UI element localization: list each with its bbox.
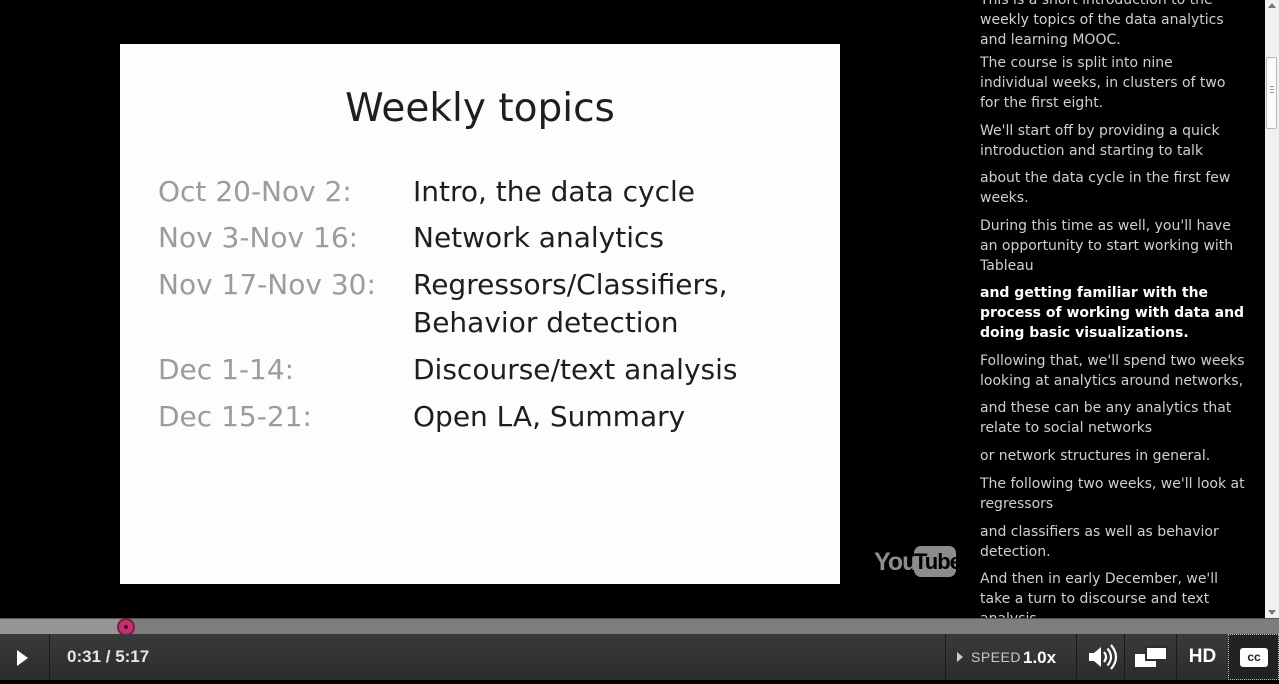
- slide-title: Weekly topics: [345, 86, 615, 131]
- fullscreen-button[interactable]: [1124, 634, 1176, 680]
- topic-date: Nov 17-Nov 30:: [158, 268, 376, 301]
- transcript-line[interactable]: or network structures in general.: [980, 446, 1245, 466]
- progress-bar[interactable]: [0, 618, 1279, 636]
- speed-label: SPEED: [971, 649, 1021, 665]
- closed-captions-button[interactable]: cc: [1228, 634, 1279, 680]
- play-icon: [17, 650, 28, 666]
- transcript-line[interactable]: And then in early December, we'll take a…: [980, 569, 1245, 618]
- hd-label: HD: [1188, 646, 1217, 667]
- volume-button[interactable]: [1076, 634, 1124, 680]
- video-player[interactable]: Weekly topics Oct 20-Nov 2: Intro, the d…: [0, 0, 965, 618]
- topic-name: Intro, the data cycle: [413, 175, 695, 208]
- transcript-line[interactable]: The course is split into nine individual…: [980, 53, 1245, 113]
- scroll-up-arrow-icon[interactable]: [1265, 0, 1279, 12]
- transcript-line[interactable]: about the data cycle in the first few we…: [980, 168, 1245, 208]
- transcript-line[interactable]: and these can be any analytics that rela…: [980, 398, 1245, 438]
- topic-name: Network analytics: [413, 221, 664, 254]
- speed-button[interactable]: SPEED 1.0x: [945, 634, 1076, 680]
- video-slide: Weekly topics Oct 20-Nov 2: Intro, the d…: [120, 44, 840, 584]
- topic-date: Oct 20-Nov 2:: [158, 175, 352, 208]
- youtube-logo-you: You: [874, 548, 917, 576]
- topic-date: Dec 15-21:: [158, 400, 312, 433]
- control-bar: 0:31 / 5:17 SPEED 1.0x HD cc: [0, 634, 1279, 680]
- topic-date: Dec 1-14:: [158, 353, 295, 386]
- hd-button[interactable]: HD: [1176, 634, 1228, 680]
- youtube-logo-tube: Tube: [914, 546, 962, 577]
- topic-name: Regressors/Classifiers,: [413, 268, 728, 301]
- scroll-down-arrow-icon[interactable]: [1265, 606, 1279, 618]
- progress-played: [0, 619, 126, 634]
- transcript-line[interactable]: and classifiers as well as behavior dete…: [980, 522, 1245, 562]
- topic-date: Nov 3-Nov 16:: [158, 221, 359, 254]
- transcript-line[interactable]: Following that, we'll spend two weeks lo…: [980, 351, 1245, 391]
- fullscreen-icon: [1135, 646, 1168, 667]
- play-button[interactable]: [0, 634, 50, 680]
- transcript-line[interactable]: We'll start off by providing a quick int…: [980, 121, 1245, 161]
- transcript-panel[interactable]: This is a short introduction to the week…: [965, 0, 1265, 618]
- closed-captions-icon: cc: [1240, 648, 1268, 667]
- topic-name: Discourse/text analysis: [413, 353, 738, 386]
- caret-right-icon: [957, 652, 963, 662]
- scroll-thumb[interactable]: [1266, 57, 1277, 129]
- volume-icon: [1089, 644, 1118, 670]
- topic-name: Open LA, Summary: [413, 400, 686, 433]
- speed-value: 1.0x: [1023, 648, 1057, 667]
- youtube-logo[interactable]: You Tube: [874, 546, 962, 578]
- topic-name: Behavior detection: [413, 306, 679, 339]
- transcript-line-current[interactable]: and getting familiar with the process of…: [980, 283, 1245, 343]
- transcript-line[interactable]: The following two weeks, we'll look at r…: [980, 474, 1245, 514]
- transcript-scrollbar[interactable]: [1265, 0, 1279, 618]
- transcript-line[interactable]: This is a short introduction to the week…: [980, 0, 1245, 50]
- time-display: 0:31 / 5:17: [67, 647, 150, 666]
- transcript-line[interactable]: During this time as well, you'll have an…: [980, 216, 1245, 276]
